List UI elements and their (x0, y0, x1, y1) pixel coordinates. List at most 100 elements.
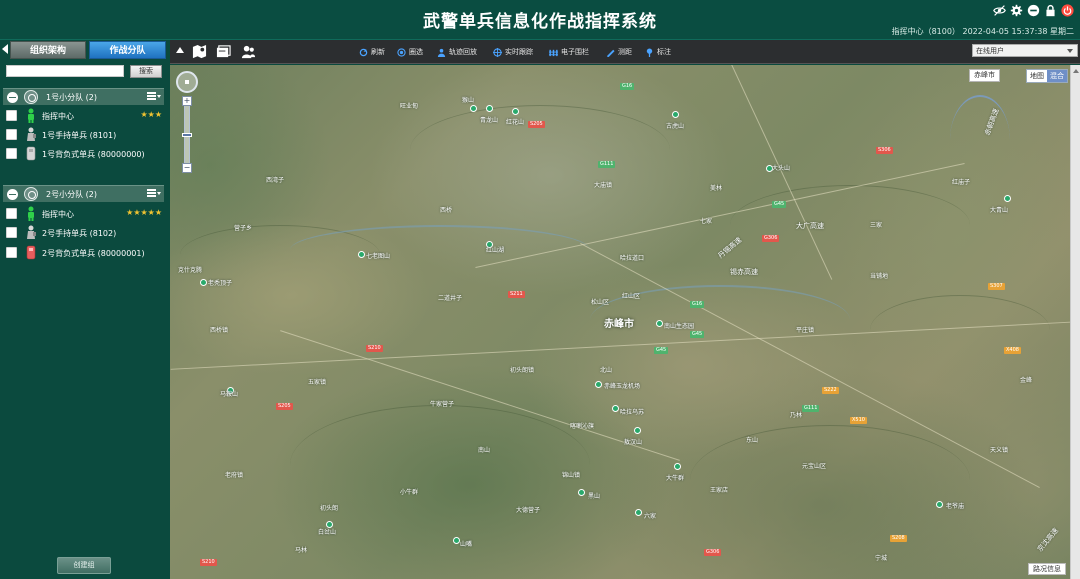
circle-select-button[interactable]: 圈选 (397, 46, 423, 58)
poi-marker[interactable] (453, 537, 460, 544)
place-label: 喀喇沁旗 (570, 423, 595, 430)
highway-label: 京沈高速 (1035, 526, 1061, 554)
map-book-icon[interactable] (192, 44, 207, 59)
tab-org-structure[interactable]: 组织架构 (10, 41, 86, 59)
annotate-label: 标注 (657, 48, 671, 56)
list-item[interactable]: 2号背负式单兵 (80000001) (6, 244, 166, 262)
poi-marker[interactable] (635, 509, 642, 516)
power-icon[interactable] (1061, 4, 1074, 17)
poi-label: 红花山 (506, 119, 525, 126)
road-badge: G111 (598, 161, 616, 168)
list-item[interactable]: 指挥中心 ★★★ (6, 107, 166, 125)
road-badge: G16 (620, 83, 635, 90)
map-type-map[interactable]: 地图 (1027, 70, 1047, 82)
highway-label: 丹锡高速 (716, 235, 744, 261)
poi-marker[interactable] (595, 381, 602, 388)
layers-icon[interactable] (216, 44, 231, 59)
pan-control[interactable] (176, 71, 198, 93)
place-label: 二道井子 (438, 295, 463, 302)
list-item[interactable]: 指挥中心 ★★★★★ (6, 205, 166, 223)
road-badge: S205 (276, 403, 293, 410)
city-select-button[interactable]: 赤峰市 (969, 69, 1000, 82)
map-scrollbar[interactable] (1070, 65, 1080, 579)
place-label: 金峰 (1020, 377, 1033, 384)
realtime-track-label: 实时跟踪 (505, 48, 533, 56)
poi-label: 七老图山 (366, 253, 391, 260)
ruler-button[interactable]: 测距 (606, 46, 632, 58)
poi-marker[interactable] (672, 111, 679, 118)
poi-label: 猴山 (462, 97, 475, 104)
member-checkbox[interactable] (6, 208, 17, 219)
realtime-track-button[interactable]: 实时跟踪 (493, 46, 533, 58)
place-label: 初头朗 (320, 505, 339, 512)
collapse-sidebar-icon[interactable] (2, 44, 8, 54)
minus-circle-icon[interactable] (1027, 4, 1040, 17)
member-checkbox[interactable] (6, 129, 17, 140)
poi-marker[interactable] (578, 489, 585, 496)
place-label: 西桥 (440, 207, 453, 214)
group-header[interactable]: 1号小分队 (2) (3, 88, 164, 105)
poi-marker[interactable] (634, 427, 641, 434)
member-checkbox[interactable] (6, 110, 17, 121)
tab-combat-units[interactable]: 作战分队 (89, 41, 166, 59)
poi-label: 青龙山 (480, 117, 499, 124)
poi-label: 老爷庙 (946, 503, 965, 510)
road-badge: X408 (1004, 347, 1021, 354)
realtime-track-icon (493, 47, 502, 57)
poi-marker[interactable] (936, 501, 943, 508)
users-icon[interactable] (241, 44, 256, 59)
place-label: 初头朗镇 (510, 367, 535, 374)
poi-marker[interactable] (470, 105, 477, 112)
eye-off-icon[interactable] (993, 4, 1006, 17)
road-badge: G111 (802, 405, 820, 412)
satellite-map[interactable]: 赤峰市 旺业甸 大庙镇 美林 红山区 松山区 元宝山区 喀喇沁旗 宁城 平庄镇 … (170, 65, 1080, 579)
list-item[interactable]: 2号手持单兵 (8102) (6, 224, 166, 242)
traffic-info-button[interactable]: 路况信息 (1028, 563, 1066, 575)
poi-marker[interactable] (512, 108, 519, 115)
poi-marker[interactable] (656, 320, 663, 327)
refresh-button[interactable]: 刷新 (359, 46, 385, 58)
group-menu-icon[interactable] (147, 189, 161, 199)
user-filter-select[interactable]: 在线用户 (972, 44, 1078, 57)
member-checkbox[interactable] (6, 247, 17, 258)
group-header[interactable]: 2号小分队 (2) (3, 185, 164, 202)
place-label: 美林 (710, 185, 723, 192)
place-label: 老府镇 (225, 472, 244, 479)
poi-marker[interactable] (200, 279, 207, 286)
list-item[interactable]: 1号手持单兵 (8101) (6, 126, 166, 144)
group-label: 2号小分队 (2) (46, 190, 97, 199)
lock-icon[interactable] (1044, 4, 1057, 17)
poi-marker[interactable] (486, 105, 493, 112)
search-input[interactable] (6, 65, 124, 77)
poi-marker[interactable] (612, 405, 619, 412)
road-badge: G45 (772, 201, 787, 208)
backpack-radio-icon (26, 245, 36, 260)
group-label: 1号小分队 (2) (46, 93, 97, 102)
app-root: 武警单兵信息化作战指挥系统 指挥中心（8100） 2022-04-05 15:3… (0, 0, 1080, 579)
member-checkbox[interactable] (6, 148, 17, 159)
map-type-hybrid[interactable]: 混合 (1047, 70, 1067, 82)
group-menu-icon[interactable] (147, 92, 161, 102)
terrain-ridge (410, 105, 670, 195)
place-label: 红庙子 (952, 179, 971, 186)
track-playback-button[interactable]: 轨迹回放 (437, 46, 477, 58)
collapse-icon[interactable] (7, 189, 18, 200)
poi-marker[interactable] (1004, 195, 1011, 202)
member-checkbox[interactable] (6, 227, 17, 238)
fence-button[interactable]: 电子围栏 (549, 46, 589, 58)
collapse-icon[interactable] (7, 92, 18, 103)
member-label: 2号手持单兵 (8102) (42, 229, 117, 238)
member-label: 1号手持单兵 (8101) (42, 131, 117, 140)
gear-icon[interactable] (1010, 4, 1023, 17)
search-button[interactable]: 搜索 (130, 65, 162, 78)
poi-marker[interactable] (358, 251, 365, 258)
create-group-button[interactable]: 创建组 (57, 557, 111, 574)
list-item[interactable]: 1号背负式单兵 (80000000) (6, 145, 166, 163)
zoom-thumb[interactable] (182, 133, 192, 137)
toolbar-collapse-icon[interactable] (176, 47, 184, 53)
zoom-out-button[interactable]: − (182, 163, 192, 173)
annotate-button[interactable]: 标注 (645, 46, 671, 58)
zoom-in-button[interactable]: + (182, 96, 192, 106)
road-badge: G45 (690, 331, 705, 338)
poi-marker[interactable] (674, 463, 681, 470)
